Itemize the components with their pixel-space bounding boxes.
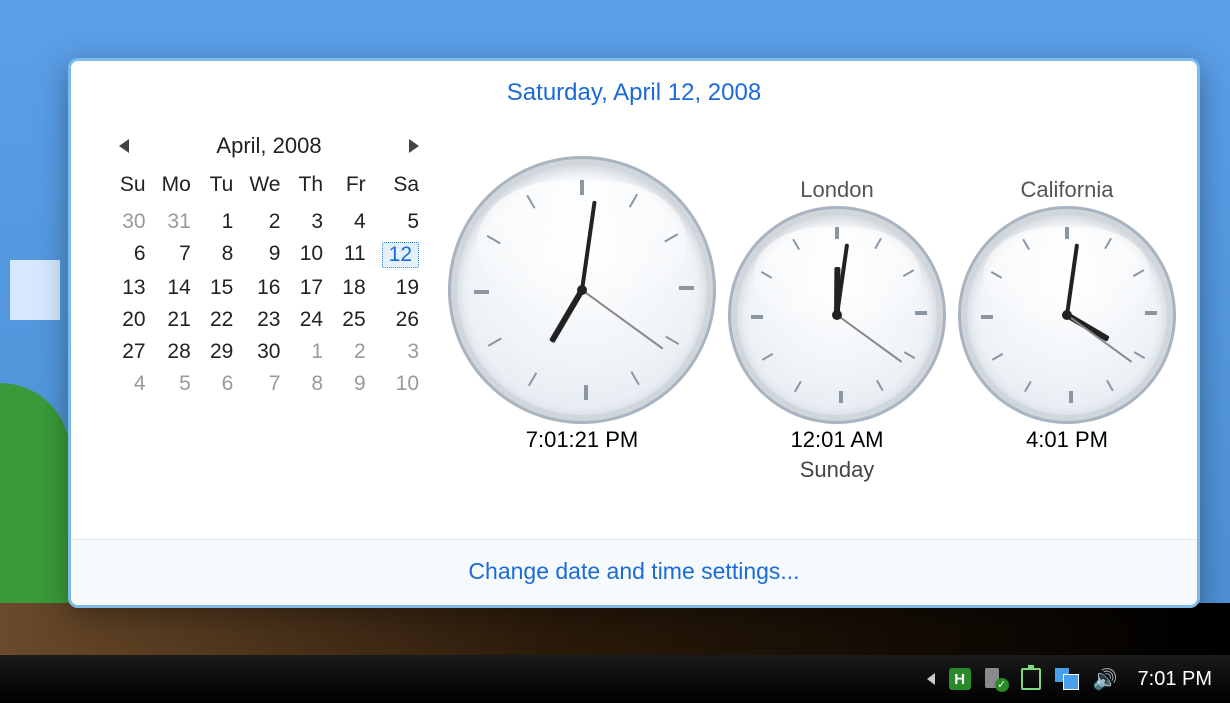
calendar-dow-header: We [241,171,288,203]
calendar-dow-header: Tu [199,171,242,203]
calendar-day-cell[interactable]: 5 [374,209,427,235]
clock-city-label: California [1021,177,1114,205]
calendar-day-cell[interactable]: 7 [154,241,199,269]
calendar-day-cell[interactable]: 8 [199,241,242,269]
calendar-prev-month-icon[interactable] [119,139,129,153]
calendar-day-cell[interactable]: 28 [154,339,199,365]
clock-digital-time: 7:01:21 PM [526,427,639,453]
calendar-day-cell[interactable]: 4 [331,209,374,235]
calendar-day-cell[interactable]: 17 [288,275,331,301]
calendar-day-cell[interactable]: 19 [374,275,427,301]
calendar-month-title[interactable]: April, 2008 [216,133,321,159]
current-full-date: Saturday, April 12, 2008 [71,61,1197,117]
calendar-day-cell[interactable]: 3 [374,339,427,365]
calendar-dow-header: Mo [154,171,199,203]
tray-volume-icon[interactable]: 🔊 [1093,667,1118,692]
calendar-day-cell[interactable]: 3 [288,209,331,235]
taskbar: H 🔊 7:01 PM [0,655,1230,703]
calendar-day-cell[interactable]: 2 [241,209,288,235]
date-time-popup: Saturday, April 12, 2008 April, 2008 SuM… [68,58,1200,608]
tray-network-icon[interactable] [1055,668,1079,690]
calendar-day-cell[interactable]: 20 [111,307,154,333]
analog-clock-face [457,165,707,415]
calendar-day-cell[interactable]: 30 [241,339,288,365]
calendar-day-cell[interactable]: 29 [199,339,242,365]
tray-battery-icon[interactable] [1021,668,1041,690]
clock-city-label: London [800,177,873,205]
tray-expand-icon[interactable] [927,673,935,685]
clock-column: 7:01:21 PM [457,127,707,485]
calendar-day-cell[interactable]: 27 [111,339,154,365]
calendar-day-cell[interactable]: 6 [199,371,242,397]
calendar-day-cell[interactable]: 21 [154,307,199,333]
calendar-day-cell[interactable]: 30 [111,209,154,235]
calendar: April, 2008 SuMoTuWeThFrSa30311234567891… [111,127,427,397]
calendar-day-cell[interactable]: 23 [241,307,288,333]
calendar-day-cell[interactable]: 18 [331,275,374,301]
calendar-day-cell[interactable]: 24 [288,307,331,333]
tray-app-h-icon[interactable]: H [949,668,971,690]
change-date-time-settings-link[interactable]: Change date and time settings... [468,558,799,584]
analog-clock-face [967,215,1167,415]
calendar-day-cell[interactable]: 14 [154,275,199,301]
tray-status-ok-icon[interactable] [985,668,1007,690]
calendar-day-cell[interactable]: 22 [199,307,242,333]
calendar-day-cell[interactable]: 4 [111,371,154,397]
calendar-day-cell[interactable]: 1 [199,209,242,235]
calendar-day-cell[interactable]: 13 [111,275,154,301]
calendar-day-cell[interactable]: 16 [241,275,288,301]
calendar-next-month-icon[interactable] [409,139,419,153]
clock-hour-hand [549,288,585,343]
calendar-day-cell[interactable]: 5 [154,371,199,397]
calendar-day-cell[interactable]: 11 [331,241,374,269]
calendar-day-cell[interactable]: 6 [111,241,154,269]
clock-column: California 4:01 PM [967,177,1167,485]
calendar-dow-header: Su [111,171,154,203]
calendar-day-cell[interactable]: 7 [241,371,288,397]
clock-digital-time: 4:01 PM [1026,427,1108,453]
clock-day-label: Sunday [800,457,875,485]
clock-minute-hand [580,201,597,291]
clock-minute-hand [1065,243,1079,315]
clock-second-hand [581,289,663,349]
calendar-dow-header: Fr [331,171,374,203]
clock-column: London 12:01 AM Sunday [737,177,937,485]
calendar-day-cell[interactable]: 26 [374,307,427,333]
analog-clock-face [737,215,937,415]
calendar-day-cell[interactable]: 10 [288,241,331,269]
calendar-day-cell[interactable]: 9 [331,371,374,397]
calendar-dow-header: Th [288,171,331,203]
clock-digital-time: 12:01 AM [791,427,884,453]
calendar-day-cell[interactable]: 25 [331,307,374,333]
calendar-day-cell[interactable]: 31 [154,209,199,235]
popup-footer: Change date and time settings... [71,539,1197,605]
calendar-day-cell[interactable]: 9 [241,241,288,269]
calendar-day-cell[interactable]: 10 [374,371,427,397]
calendar-day-cell[interactable]: 2 [331,339,374,365]
calendar-day-cell[interactable]: 12 [374,241,427,269]
clock-second-hand [1066,314,1132,363]
calendar-day-cell[interactable]: 1 [288,339,331,365]
clock-second-hand [836,314,902,363]
calendar-day-cell[interactable]: 8 [288,371,331,397]
calendar-day-cell[interactable]: 15 [199,275,242,301]
taskbar-clock[interactable]: 7:01 PM [1138,668,1212,691]
calendar-dow-header: Sa [374,171,427,203]
